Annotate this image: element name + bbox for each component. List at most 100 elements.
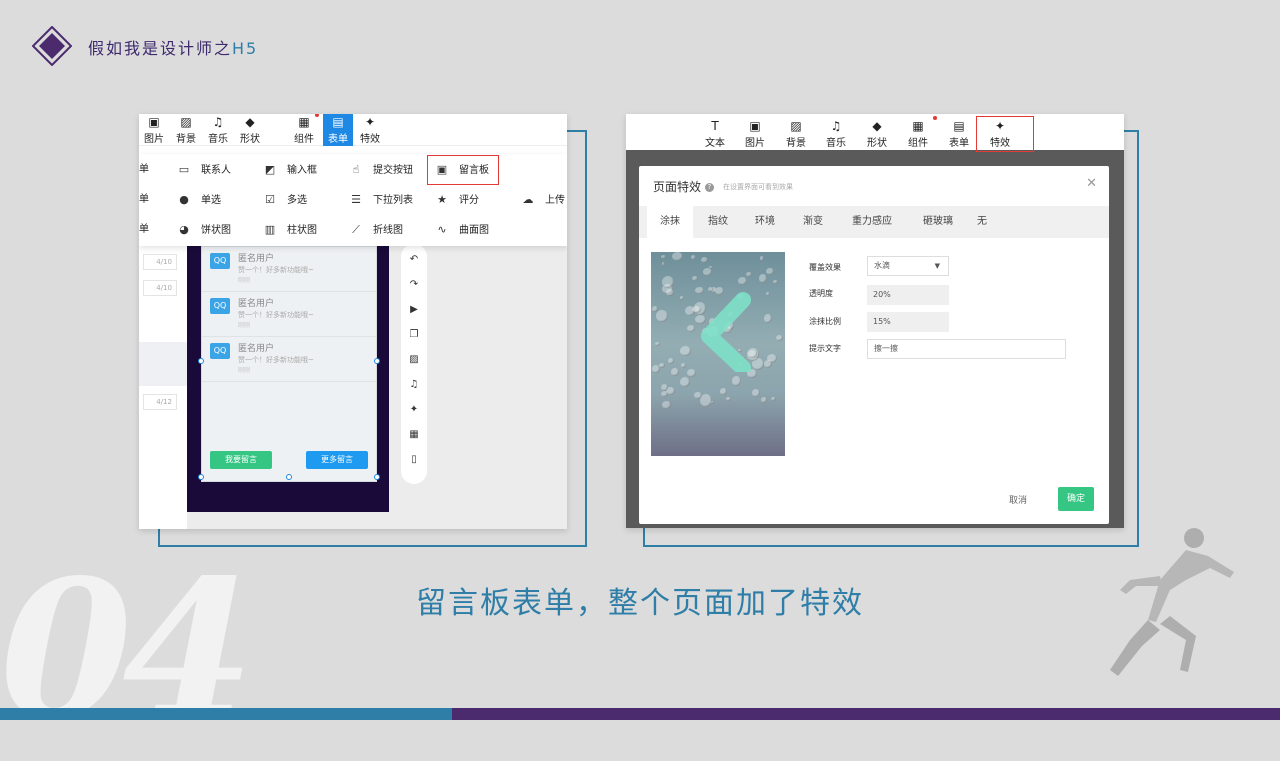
toolbar-item-0[interactable]: ▣ 图片 <box>139 114 169 146</box>
background-icon[interactable]: ▨ <box>401 354 427 365</box>
water-drop <box>720 387 728 395</box>
form-item-1[interactable]: ◩ 输入框 <box>263 155 317 185</box>
water-drop <box>764 314 772 323</box>
grid-icon[interactable]: ▦ <box>401 429 427 440</box>
resize-handle[interactable] <box>198 474 204 480</box>
smear-ratio-input[interactable]: 15% <box>867 312 949 332</box>
help-icon[interactable]: ? <box>704 183 714 192</box>
toolbar-label: 组件 <box>294 134 314 145</box>
panel-highlight <box>139 342 187 386</box>
cover-effect-select[interactable]: 水滴 ▼ <box>867 256 949 276</box>
form-item-6[interactable]: ☰ 下拉列表 <box>349 185 413 215</box>
toolbar-item-2[interactable]: ▨ 背景 <box>779 118 813 149</box>
form-item-7[interactable]: ★ 评分 <box>435 185 479 215</box>
effect-icon[interactable]: ✦ <box>401 404 427 415</box>
message-author: 匿名用户 <box>238 344 275 354</box>
toolbar-label: 音乐 <box>826 138 846 149</box>
image-icon: ▣ <box>749 119 761 133</box>
form-item-5[interactable]: ☑ 多选 <box>263 185 307 215</box>
toolbar-label: 表单 <box>328 134 348 145</box>
form-item-3[interactable]: ▣ 留言板 <box>427 155 499 185</box>
water-drop <box>692 275 698 282</box>
effect-tab-1[interactable]: 指纹 <box>697 206 739 238</box>
message-board[interactable]: QQ 匿名用户 赞一个！好多新功能哦~ 刚刚 QQ 匿名用户 赞一个！好多新功能哦~ 刚刚 QQ… <box>198 246 380 482</box>
form-item-label: 单选 <box>201 195 221 206</box>
toolbar-label: 表单 <box>949 138 969 149</box>
toolbar-label: 图片 <box>745 138 765 149</box>
toolbar-item-4[interactable]: ◆ 形状 <box>860 118 894 149</box>
redo-icon[interactable]: ↷ <box>401 279 427 290</box>
music-icon[interactable]: ♫ <box>401 379 427 390</box>
toolbar-item-2[interactable]: ♫ 音乐 <box>203 114 233 146</box>
cancel-button[interactable]: 取消 <box>1009 493 1027 506</box>
form-item-11[interactable]: ⟋ 折线图 <box>349 215 403 245</box>
toolbar-item-7[interactable]: ✦ 特效 <box>976 116 1034 152</box>
water-drop <box>661 255 667 259</box>
effect-tab-2[interactable]: 环境 <box>743 206 787 238</box>
water-drop <box>661 390 668 397</box>
form-item-label: 柱状图 <box>287 225 317 236</box>
message-item: QQ 匿名用户 赞一个！好多新功能哦~ 刚刚 <box>202 337 376 382</box>
resize-handle[interactable] <box>198 358 204 364</box>
toolbar-item-4[interactable]: ▦ 组件 <box>289 114 319 146</box>
toolbar-item-1[interactable]: ▣ 图片 <box>738 118 772 149</box>
water-drop <box>670 367 680 376</box>
pie-chart-icon: ◕ <box>179 223 189 236</box>
more-messages-button[interactable]: 更多留言 <box>306 451 368 469</box>
contact-icon: ▭ <box>178 163 190 176</box>
toolbar-item-6[interactable]: ✦ 特效 <box>355 114 385 146</box>
form-item-8[interactable]: ☁ 上传 <box>521 185 566 215</box>
water-drop <box>759 256 765 261</box>
form-item-9[interactable]: ◕ 饼状图 <box>177 215 231 245</box>
toolbar-item-5[interactable]: ▦ 组件 <box>901 118 935 149</box>
effect-tab-4[interactable]: 重力感应 <box>841 206 903 238</box>
effect-tab-0[interactable]: 涂抹 <box>647 206 693 238</box>
toolbar-item-1[interactable]: ▨ 背景 <box>171 114 201 146</box>
toolbar-label: 文本 <box>705 138 725 149</box>
water-drop <box>726 396 731 402</box>
resize-handle[interactable] <box>286 474 292 480</box>
highlight-box <box>427 155 499 185</box>
effect-tab-5[interactable]: 砸玻璃 <box>909 206 967 238</box>
confirm-button[interactable]: 确定 <box>1058 487 1094 511</box>
form-item-10[interactable]: ▥ 柱状图 <box>263 215 317 245</box>
form-components-panel: 单 单 单 ▭ 联系人 ◩ 输入框 ☝ 提交按钮 ▣ 留言板 ● 单选 ☑ 多选 ☰ 下拉列表 ★ 评分 ☁ 上传… <box>139 154 567 246</box>
shape-icon: ◆ <box>245 115 255 129</box>
play-icon[interactable]: ▶ <box>401 304 427 315</box>
form-item-label: 折线图 <box>373 225 403 236</box>
leave-message-button[interactable]: 我要留言 <box>210 451 272 469</box>
phone-icon[interactable]: ▯ <box>401 454 427 465</box>
toolbar-item-3[interactable]: ◆ 形状 <box>235 114 265 146</box>
dialog-subtitle: 在设置界面可看到效果 <box>723 183 793 191</box>
undo-icon[interactable]: ↶ <box>401 254 427 265</box>
form-item-0[interactable]: ▭ 联系人 <box>177 155 231 185</box>
form-item-label: 饼状图 <box>201 225 231 236</box>
runner-illustration <box>1110 528 1234 676</box>
effect-tab-3[interactable]: 渐变 <box>791 206 835 238</box>
form-item-12[interactable]: ∿ 曲面图 <box>435 215 489 245</box>
resize-handle[interactable] <box>374 474 380 480</box>
toolbar-label: 音乐 <box>208 134 228 145</box>
form-item-2[interactable]: ☝ 提交按钮 <box>349 155 413 185</box>
form-item-4[interactable]: ● 单选 <box>177 185 221 215</box>
copy-icon[interactable]: ❐ <box>401 329 427 340</box>
resize-handle[interactable] <box>374 358 380 364</box>
effect-tab-6[interactable]: 无 <box>969 206 995 238</box>
opacity-input[interactable]: 20% <box>867 285 949 305</box>
field-label: 透明度 <box>809 289 833 298</box>
partial-label: 单 <box>139 194 149 205</box>
toolbar-item-3[interactable]: ♫ 音乐 <box>819 118 853 149</box>
curve-chart-icon: ∿ <box>437 223 447 236</box>
char-count: 4/10 <box>143 254 177 270</box>
hint-text-input[interactable]: 擦一擦 <box>867 339 1066 359</box>
water-drop <box>732 376 741 386</box>
toolbar-item-6[interactable]: ▤ 表单 <box>942 118 976 149</box>
toolbar-item-5[interactable]: ▤ 表单 <box>323 114 353 146</box>
avatar: QQ <box>210 298 230 314</box>
toolbar-item-0[interactable]: T 文本 <box>698 118 732 149</box>
close-icon[interactable]: ✕ <box>1086 176 1097 191</box>
water-drop <box>691 255 697 261</box>
music-icon: ♫ <box>830 119 842 133</box>
dialog-title: 页面特效 ? <box>653 178 714 195</box>
water-drop <box>737 277 748 286</box>
